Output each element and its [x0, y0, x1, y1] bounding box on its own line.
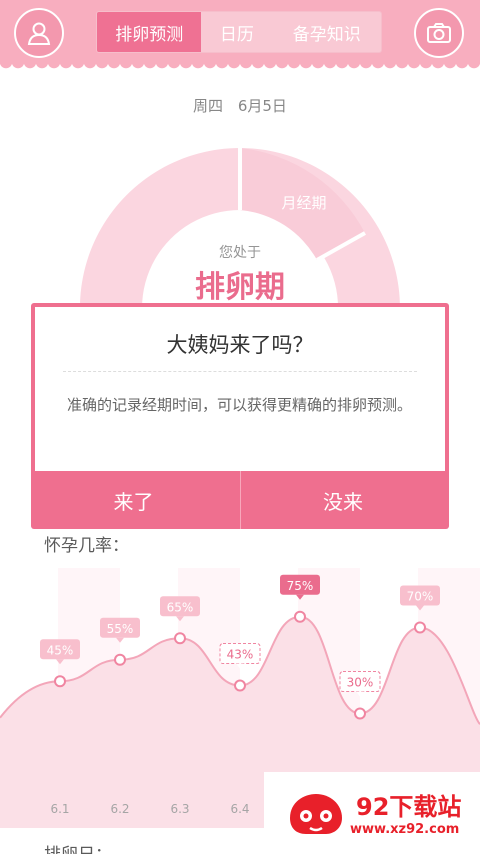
period-not-came-button[interactable]: 没来 — [240, 471, 445, 529]
watermark-logo — [290, 794, 342, 834]
dialog-title: 大姨妈来了吗？ — [166, 333, 314, 357]
period-came-button[interactable]: 来了 — [31, 471, 236, 529]
period-dialog: 大姨妈来了吗？ 准确的记录经期时间，可以获得更精确的排卵预测。 来了 没来 — [31, 303, 449, 529]
dialog-divider — [63, 371, 417, 372]
watermark-name: 92下载站 — [356, 793, 462, 821]
watermark: 92下载站 www.xz92.com — [264, 772, 480, 854]
dialog-content: 大姨妈来了吗？ 准确的记录经期时间，可以获得更精确的排卵预测。 — [35, 307, 445, 471]
dialog-message: 准确的记录经期时间，可以获得更精确的排卵预测。 — [67, 396, 413, 414]
watermark-url: www.xz92.com — [350, 822, 460, 837]
